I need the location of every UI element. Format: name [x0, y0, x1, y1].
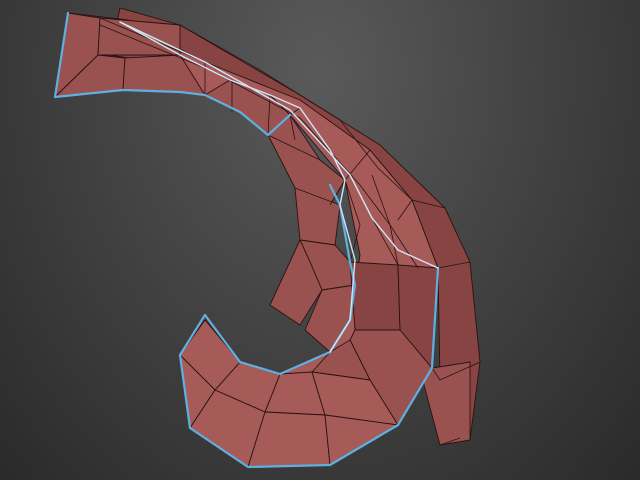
mesh-face[interactable] [97, 17, 181, 56]
3d-viewport[interactable] [0, 0, 640, 480]
horn-body-faces[interactable] [54, 12, 439, 468]
mesh-canvas[interactable] [0, 0, 640, 480]
mesh-face[interactable] [349, 261, 401, 331]
